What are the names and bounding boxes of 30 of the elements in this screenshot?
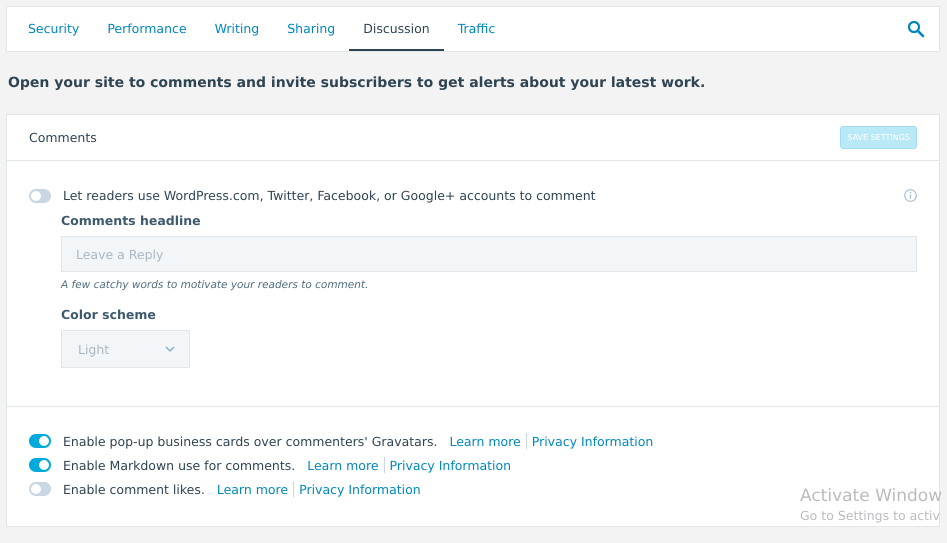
setting-label: Let readers use WordPress.com, Twitter, Facebook, or Google+ accounts to comment: [63, 188, 596, 203]
tab[interactable]: Security: [14, 7, 94, 51]
activation-title: Activate Window: [800, 486, 942, 506]
toggle-switch[interactable]: [29, 482, 51, 496]
chevron-down-icon: [165, 346, 175, 352]
tab[interactable]: Traffic: [444, 7, 510, 51]
intro-text: Open your site to comments and invite subscribers to get alerts about your latest work.: [8, 75, 706, 91]
activation-subtitle: Go to Settings to activ: [800, 508, 941, 523]
field-label: Color scheme: [61, 307, 157, 322]
setting-label: Enable pop-up business cards over commenters' Gravatars.: [63, 434, 438, 448]
field-hint: A few catchy words to motivate your readers to comment.: [61, 279, 370, 291]
setting-label: Enable Markdown use for comments.: [63, 458, 296, 472]
privacy-information-link[interactable]: Privacy Information: [299, 482, 421, 496]
setting-label: Enable comment likes.: [63, 482, 205, 496]
tab[interactable]: Discussion: [349, 7, 444, 51]
toggle-switch[interactable]: [29, 458, 51, 472]
card-title: Comments: [29, 130, 97, 145]
toggle-switch[interactable]: [29, 434, 51, 448]
tab[interactable]: Sharing: [273, 7, 350, 51]
info-icon[interactable]: [904, 189, 917, 202]
field-label: Comments headline: [61, 213, 202, 228]
tab[interactable]: Performance: [93, 7, 201, 51]
learn-more-link[interactable]: Learn more: [307, 458, 379, 472]
search-icon[interactable]: [907, 20, 925, 38]
privacy-information-link[interactable]: Privacy Information: [390, 458, 512, 472]
privacy-information-link[interactable]: Privacy Information: [532, 434, 654, 448]
toggle-switch[interactable]: [29, 188, 51, 202]
tab[interactable]: Writing: [200, 7, 274, 51]
learn-more-link[interactable]: Learn more: [216, 482, 288, 496]
learn-more-link[interactable]: Learn more: [449, 434, 521, 448]
